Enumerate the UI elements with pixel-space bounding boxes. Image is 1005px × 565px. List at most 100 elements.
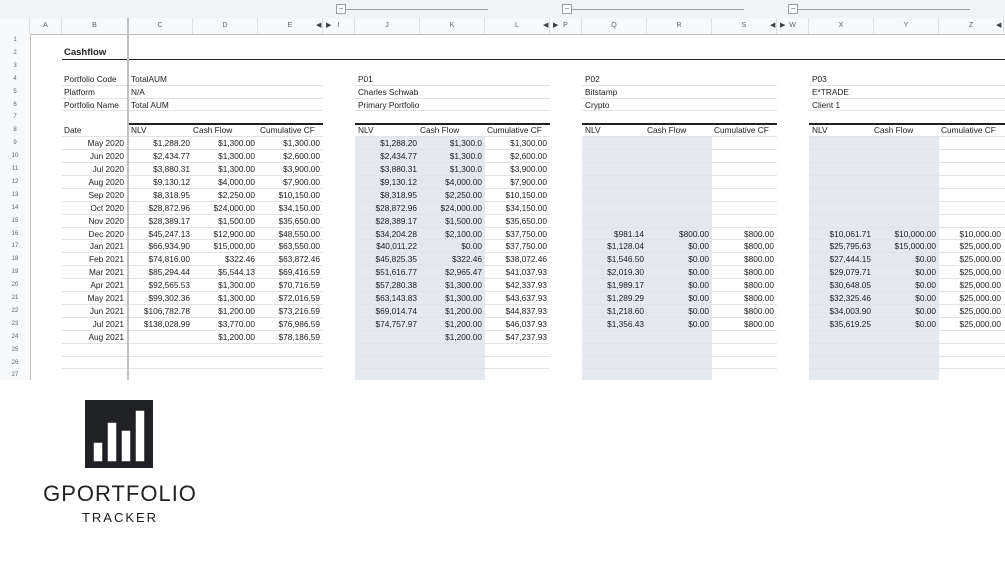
nlv-cell[interactable]: $9,130.12: [355, 176, 417, 189]
column-header-s[interactable]: S: [712, 18, 777, 34]
cash-flow-cell[interactable]: $2,965.47: [420, 266, 482, 279]
header-nlv[interactable]: NLV: [131, 124, 191, 137]
nlv-cell[interactable]: $45,825.35: [355, 253, 417, 266]
info-label[interactable]: Portfolio Code: [64, 73, 128, 86]
nlv-cell[interactable]: $29,079.71: [809, 266, 871, 279]
cash-flow-cell[interactable]: $5,544.13: [193, 266, 255, 279]
row-header-27[interactable]: 27: [0, 369, 30, 380]
column-header-a[interactable]: A: [30, 18, 62, 34]
cumulative-cf-cell[interactable]: $10,150.00: [258, 189, 320, 202]
cash-flow-cell[interactable]: $800.00: [647, 228, 709, 241]
nlv-cell[interactable]: $3,880.31: [128, 163, 190, 176]
nlv-cell[interactable]: $57,280.38: [355, 279, 417, 292]
collapse-group-button[interactable]: −: [562, 4, 572, 14]
nlv-cell[interactable]: $106,782.78: [128, 305, 190, 318]
portfolio-name[interactable]: Primary Portfolio: [358, 99, 478, 112]
cumulative-cf-cell[interactable]: $25,000.00: [939, 318, 1001, 331]
cash-flow-cell[interactable]: $1,300.00: [193, 163, 255, 176]
cumulative-cf-cell[interactable]: $7,900.00: [258, 176, 320, 189]
row-header-23[interactable]: 23: [0, 318, 30, 331]
cash-flow-cell[interactable]: $0.00: [647, 318, 709, 331]
cash-flow-cell[interactable]: $1,200.00: [420, 318, 482, 331]
column-header-d[interactable]: D: [193, 18, 258, 34]
column-header-k[interactable]: K: [420, 18, 485, 34]
date-cell[interactable]: Dec 2020: [62, 228, 124, 241]
expand-left-arrow-icon[interactable]: ◀: [770, 18, 775, 34]
header-cash-flow[interactable]: Cash Flow: [420, 124, 482, 137]
expand-left-arrow-icon[interactable]: ◀: [996, 18, 1001, 34]
cumulative-cf-cell[interactable]: $25,000.00: [939, 253, 1001, 266]
date-cell[interactable]: May 2020: [62, 137, 124, 150]
row-header-9[interactable]: 9: [0, 137, 30, 150]
header-corner[interactable]: [0, 18, 30, 34]
cash-flow-cell[interactable]: $0.00: [874, 266, 936, 279]
expand-left-arrow-icon[interactable]: ◀: [543, 18, 548, 34]
row-header-5[interactable]: 5: [0, 86, 30, 99]
cumulative-cf-cell[interactable]: $800.00: [712, 240, 774, 253]
row-header-1[interactable]: 1: [0, 34, 30, 47]
cumulative-cf-cell[interactable]: $42,337.93: [485, 279, 547, 292]
cumulative-cf-cell[interactable]: $78,186.59: [258, 331, 320, 344]
portfolio-code[interactable]: P02: [585, 73, 705, 86]
cumulative-cf-cell[interactable]: $38,072.46: [485, 253, 547, 266]
nlv-cell[interactable]: $8,318.95: [128, 189, 190, 202]
row-header-3[interactable]: 3: [0, 60, 30, 73]
column-header-l[interactable]: L: [485, 18, 550, 34]
date-cell[interactable]: Feb 2021: [62, 253, 124, 266]
portfolio-name[interactable]: Crypto: [585, 99, 705, 112]
cumulative-cf-cell[interactable]: $43,637.93: [485, 292, 547, 305]
row-header-25[interactable]: 25: [0, 344, 30, 357]
row-header-19[interactable]: 19: [0, 266, 30, 279]
nlv-cell[interactable]: $92,565.53: [128, 279, 190, 292]
cumulative-cf-cell[interactable]: $2,600.00: [485, 150, 547, 163]
cumulative-cf-cell[interactable]: $73,216.59: [258, 305, 320, 318]
header-date[interactable]: Date: [64, 124, 124, 137]
column-header-e[interactable]: E: [258, 18, 323, 34]
nlv-cell[interactable]: $34,204.28: [355, 228, 417, 241]
row-header-7[interactable]: 7: [0, 111, 30, 124]
cumulative-cf-cell[interactable]: $34,150.00: [258, 202, 320, 215]
freeze-divider[interactable]: [127, 18, 129, 380]
nlv-cell[interactable]: $28,872.96: [355, 202, 417, 215]
expand-right-arrow-icon[interactable]: ▶: [780, 18, 785, 34]
cash-flow-cell[interactable]: $0.00: [874, 318, 936, 331]
cash-flow-cell[interactable]: $0.00: [874, 305, 936, 318]
cash-flow-cell[interactable]: $1,300.00: [193, 137, 255, 150]
nlv-cell[interactable]: $28,389.17: [355, 215, 417, 228]
nlv-cell[interactable]: $2,434.77: [355, 150, 417, 163]
collapse-group-button[interactable]: −: [336, 4, 346, 14]
cumulative-cf-cell[interactable]: $48,550.00: [258, 228, 320, 241]
nlv-cell[interactable]: $2,434.77: [128, 150, 190, 163]
nlv-cell[interactable]: $40,011.22: [355, 240, 417, 253]
header-cumulative-cf[interactable]: Cumulative CF: [487, 124, 549, 137]
column-header-z[interactable]: Z: [939, 18, 1004, 34]
cumulative-cf-cell[interactable]: $37,750.00: [485, 240, 547, 253]
cumulative-cf-cell[interactable]: $35,650.00: [485, 215, 547, 228]
portfolio-platform[interactable]: N/A: [131, 86, 251, 99]
cumulative-cf-cell[interactable]: $47,237.93: [485, 331, 547, 344]
nlv-cell[interactable]: $1,288.20: [128, 137, 190, 150]
row-header-18[interactable]: 18: [0, 253, 30, 266]
column-header-j[interactable]: J: [355, 18, 420, 34]
cash-flow-cell[interactable]: $4,000.00: [193, 176, 255, 189]
cumulative-cf-cell[interactable]: $63,872.46: [258, 253, 320, 266]
row-header-17[interactable]: 17: [0, 240, 30, 253]
date-cell[interactable]: Oct 2020: [62, 202, 124, 215]
nlv-cell[interactable]: $9,130.12: [128, 176, 190, 189]
nlv-cell[interactable]: $85,294.44: [128, 266, 190, 279]
nlv-cell[interactable]: $34,003.90: [809, 305, 871, 318]
date-cell[interactable]: Jan 2021: [62, 240, 124, 253]
header-cumulative-cf[interactable]: Cumulative CF: [714, 124, 776, 137]
cumulative-cf-cell[interactable]: $25,000.00: [939, 266, 1001, 279]
date-cell[interactable]: Jul 2021: [62, 318, 124, 331]
cash-flow-cell[interactable]: $1,300.0: [420, 137, 482, 150]
header-nlv[interactable]: NLV: [358, 124, 418, 137]
nlv-cell[interactable]: $63,143.83: [355, 292, 417, 305]
row-header-21[interactable]: 21: [0, 292, 30, 305]
row-header-26[interactable]: 26: [0, 357, 30, 370]
cash-flow-cell[interactable]: $0.00: [647, 240, 709, 253]
nlv-cell[interactable]: $1,289.29: [582, 292, 644, 305]
cash-flow-cell[interactable]: $322.46: [193, 253, 255, 266]
cumulative-cf-cell[interactable]: $10,150.00: [485, 189, 547, 202]
nlv-cell[interactable]: $25,795.63: [809, 240, 871, 253]
